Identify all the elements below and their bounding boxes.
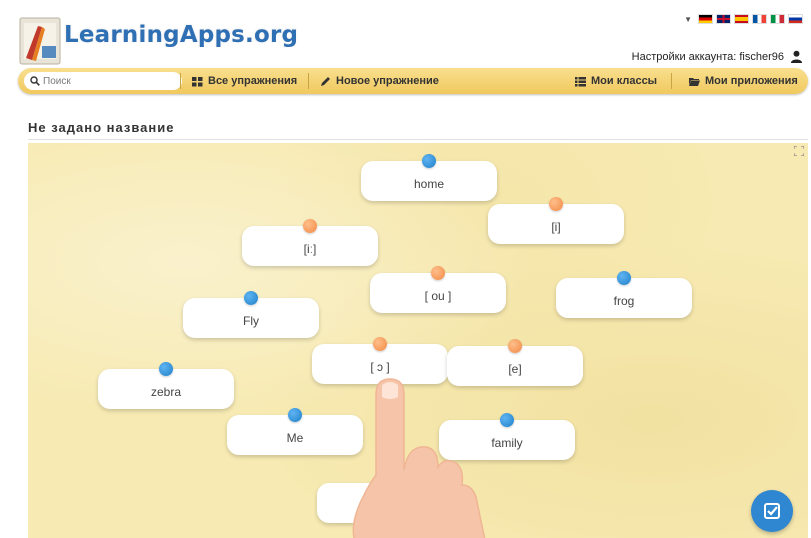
nav-my-apps-label: Мои приложения — [705, 75, 798, 87]
pin-orange-icon — [431, 266, 445, 280]
check-answers-button[interactable] — [751, 490, 793, 532]
flag-de-icon[interactable] — [698, 14, 713, 24]
pin-orange-icon — [373, 337, 387, 351]
card-label: [ ɔ ] — [370, 360, 390, 374]
language-selector[interactable]: ▼ — [684, 14, 803, 24]
card-label: family — [491, 436, 523, 450]
logo-text: LearningApps.org — [64, 22, 299, 48]
pin-orange-icon — [508, 339, 522, 353]
card-frog[interactable]: frog — [556, 271, 692, 318]
flag-es-icon[interactable] — [734, 14, 749, 24]
card-home[interactable]: home — [361, 154, 497, 201]
card-o[interactable]: [ ɔ ] — [312, 337, 448, 384]
card-i-long[interactable]: [iː] — [242, 219, 378, 266]
search-input[interactable] — [43, 75, 173, 87]
fullscreen-icon[interactable] — [794, 146, 804, 156]
search-icon — [30, 76, 40, 86]
card-label: Fly — [243, 314, 259, 328]
pin-blue-icon — [159, 362, 173, 376]
account-label[interactable]: Настройки аккаунта: fischer96 — [632, 51, 784, 63]
card-label: [ ou ] — [424, 289, 452, 303]
account-settings[interactable]: Настройки аккаунта: fischer96 — [632, 50, 803, 63]
pin-orange-icon — [303, 219, 317, 233]
nav-new-exercise-label: Новое упражнение — [336, 75, 439, 87]
pin-orange-icon — [549, 197, 563, 211]
exercise-area: home [i] [iː] [ ou ] frog Fly [ ɔ ] [e] … — [28, 143, 808, 538]
nav-divider — [671, 73, 672, 89]
card-family[interactable]: family — [439, 413, 575, 460]
flag-ru-icon[interactable] — [788, 14, 803, 24]
nav-all-exercises-label: Все упражнения — [208, 75, 298, 87]
main-navbar: Все упражнения Новое упражнение Мои клас… — [18, 68, 808, 94]
pin-blue-icon — [288, 408, 302, 422]
logo-icon — [19, 17, 61, 65]
chevron-down-icon: ▼ — [684, 14, 692, 24]
nav-my-classes-label: Мои классы — [591, 75, 658, 87]
card-label: [i] — [551, 220, 561, 234]
card-label: [iː] — [303, 242, 317, 256]
list-icon — [575, 76, 586, 86]
nav-my-classes[interactable]: Мои классы — [575, 68, 657, 94]
flag-uk-icon[interactable] — [716, 14, 731, 24]
card-e[interactable]: [e] — [447, 339, 583, 386]
pin-blue-icon — [500, 413, 514, 427]
card-i[interactable]: [i] — [488, 197, 624, 244]
search-box[interactable] — [24, 72, 182, 90]
card-hidden[interactable] — [317, 483, 453, 523]
pin-blue-icon — [244, 291, 258, 305]
nav-divider — [308, 73, 309, 89]
flag-fr-icon[interactable] — [752, 14, 767, 24]
pin-blue-icon — [617, 271, 631, 285]
nav-new-exercise[interactable]: Новое упражнение — [320, 68, 439, 94]
card-label: frog — [613, 294, 635, 308]
card-fly[interactable]: Fly — [183, 291, 319, 338]
title-divider — [28, 139, 808, 140]
pin-blue-icon — [422, 154, 436, 168]
nav-divider — [180, 73, 181, 89]
card-zebra[interactable]: zebra — [98, 362, 234, 409]
pencil-icon — [321, 76, 330, 86]
card-label: Me — [286, 431, 304, 445]
card-label: home — [413, 177, 445, 191]
card-label: [e] — [508, 362, 522, 376]
card-ou[interactable]: [ ou ] — [370, 266, 506, 313]
card-label: zebra — [150, 385, 182, 399]
page-title: Не задано название — [28, 120, 175, 135]
user-icon[interactable] — [790, 50, 803, 63]
grid-icon — [192, 76, 203, 86]
nav-all-exercises[interactable]: Все упражнения — [192, 68, 297, 94]
folder-icon — [689, 77, 700, 86]
card-me[interactable]: Me — [227, 408, 363, 455]
nav-my-apps[interactable]: Мои приложения — [689, 68, 798, 94]
flag-it-icon[interactable] — [770, 14, 785, 24]
check-icon — [764, 503, 780, 519]
